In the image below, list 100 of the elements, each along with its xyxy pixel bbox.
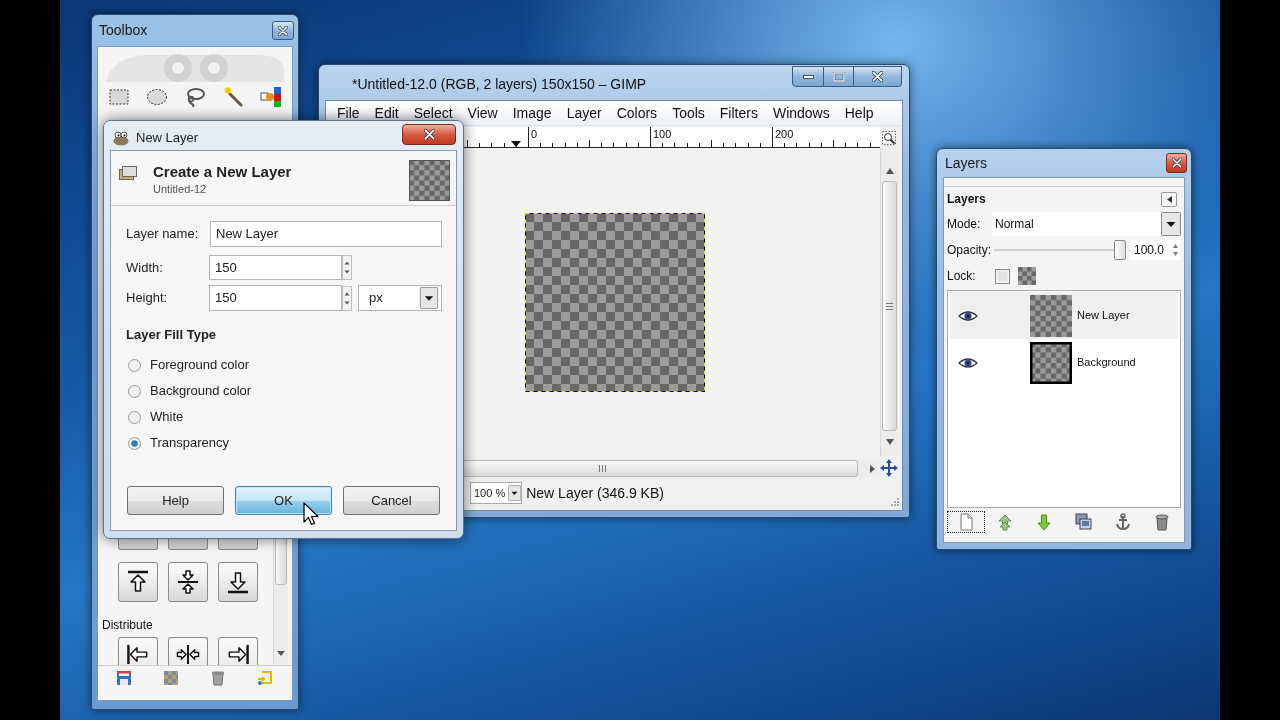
section-heading: Layer Fill Type xyxy=(126,327,218,343)
layer-row[interactable]: New Layer xyxy=(950,292,1178,339)
scroll-down-icon[interactable] xyxy=(885,439,894,445)
window-title: *Untitled-12.0 (RGB, 2 layers) 150x150 – GIMP xyxy=(352,75,647,94)
slider-thumb[interactable] xyxy=(1114,240,1126,260)
mode-dropdown[interactable]: Normal xyxy=(992,212,1181,236)
new-layer-button[interactable] xyxy=(947,511,985,533)
window-title: New Layer xyxy=(136,129,199,147)
magic-wand-icon[interactable] xyxy=(222,86,244,108)
radio-button[interactable] xyxy=(128,384,141,398)
stacked-squares-icon xyxy=(1074,513,1093,531)
spinner-arrows-icon[interactable] xyxy=(1172,242,1179,258)
align-button[interactable] xyxy=(168,562,208,602)
section-label: Distribute xyxy=(102,617,154,633)
lasso-icon[interactable] xyxy=(184,86,206,108)
help-button[interactable]: Help xyxy=(127,486,224,515)
menu-item[interactable]: Layer xyxy=(566,104,602,122)
scroll-right-icon[interactable] xyxy=(870,464,875,473)
input-field[interactable]: 150 xyxy=(209,255,342,280)
scrollbar-thumb[interactable] xyxy=(882,181,897,431)
close-button[interactable] xyxy=(1166,153,1187,173)
window-title: Layers xyxy=(945,153,988,173)
down-arrow-icon xyxy=(1035,513,1054,531)
layer-name: Background xyxy=(1077,355,1136,371)
dialog-subheading: Untitled-12 xyxy=(153,182,208,196)
menu-item[interactable]: View xyxy=(467,104,498,122)
distribute-button[interactable] xyxy=(168,637,208,665)
zoom-icon[interactable] xyxy=(882,130,896,145)
ruler-label: 200 xyxy=(775,128,794,140)
eye-icon[interactable] xyxy=(958,309,978,322)
status-text: New Layer (346.9 KB) xyxy=(526,483,664,503)
radio-label[interactable]: Transparency xyxy=(150,433,229,453)
radio-label[interactable]: Background color xyxy=(150,381,252,401)
align-button[interactable] xyxy=(118,562,158,602)
scrollbar[interactable] xyxy=(273,538,288,665)
field-label: Width: xyxy=(126,258,164,277)
close-button[interactable] xyxy=(402,124,456,145)
radio-button[interactable] xyxy=(128,410,141,424)
field-label: Mode: xyxy=(947,216,982,233)
unit-dropdown[interactable]: px xyxy=(358,285,442,311)
radio-button[interactable] xyxy=(128,436,141,450)
arrow-down-to-line-icon xyxy=(225,569,251,595)
menu-item[interactable]: Select xyxy=(413,104,453,122)
cancel-button[interactable]: Cancel xyxy=(343,486,440,515)
lock-checkbox[interactable] xyxy=(995,268,1010,284)
spinner-arrows-icon[interactable] xyxy=(342,255,352,280)
align-button[interactable] xyxy=(218,562,258,602)
ruler-label: 100 xyxy=(653,128,672,140)
field-label: Layer name: xyxy=(126,225,200,244)
blank-page-icon xyxy=(957,513,975,531)
scroll-down-icon[interactable] xyxy=(277,651,285,656)
opacity-value-field[interactable]: 100.0 xyxy=(1130,240,1180,260)
frame-arrow-icon[interactable] xyxy=(257,670,273,686)
distribute-button[interactable] xyxy=(218,637,258,665)
ellipse-select-icon[interactable] xyxy=(146,86,168,108)
maximize-icon xyxy=(832,71,845,82)
rectangle-select-icon[interactable] xyxy=(108,86,130,108)
radio-button[interactable] xyxy=(128,358,141,372)
menu-item[interactable]: Image xyxy=(512,104,552,122)
radio-label[interactable]: White xyxy=(150,407,184,427)
vertical-scrollbar[interactable] xyxy=(880,148,898,456)
field-label: Height: xyxy=(126,289,169,308)
app-icon xyxy=(112,129,130,146)
pattern-tile-icon[interactable] xyxy=(163,670,179,686)
spinner-arrows-icon[interactable] xyxy=(342,285,352,311)
menu-item[interactable]: Tools xyxy=(672,104,705,122)
checkerboard-icon[interactable] xyxy=(1018,267,1036,285)
field-label: Lock: xyxy=(947,268,977,285)
close-icon xyxy=(423,129,435,140)
maximize-button[interactable] xyxy=(824,66,854,87)
ok-button[interactable]: OK xyxy=(235,486,332,515)
opacity-slider[interactable] xyxy=(994,240,1126,260)
close-button[interactable] xyxy=(272,21,294,40)
scroll-up-icon[interactable] xyxy=(885,168,894,174)
close-icon xyxy=(872,71,883,82)
trash-icon[interactable] xyxy=(210,670,226,686)
arrows-to-center-icon xyxy=(175,643,201,665)
menu-item[interactable]: Edit xyxy=(374,104,399,122)
close-button[interactable] xyxy=(854,66,902,87)
color-squares-icon[interactable] xyxy=(260,86,282,108)
menu-item[interactable]: Colors xyxy=(616,104,658,122)
distribute-button[interactable] xyxy=(118,637,158,665)
menu-item[interactable]: Windows xyxy=(772,104,830,122)
input-field[interactable]: New Layer xyxy=(210,221,442,247)
menu-item[interactable]: Filters xyxy=(719,104,758,122)
move-arrows-icon[interactable] xyxy=(880,459,898,477)
ruler-label: 0 xyxy=(531,128,538,140)
field-label: Opacity: xyxy=(947,242,992,259)
scrollbar-thumb[interactable] xyxy=(275,538,287,585)
input-field[interactable]: 150 xyxy=(209,285,342,311)
window-title: Toolbox xyxy=(99,21,148,40)
menu-item[interactable]: File xyxy=(337,104,360,122)
minimize-button[interactable] xyxy=(792,66,824,87)
triangle-left-icon xyxy=(1166,195,1172,203)
eye-icon[interactable] xyxy=(958,356,978,369)
menu-item[interactable]: Help xyxy=(844,104,874,122)
radio-label[interactable]: Foreground color xyxy=(150,355,249,375)
dock-menu-button[interactable] xyxy=(1161,191,1177,207)
dialog-heading: Create a New Layer xyxy=(153,163,292,181)
zoom-dropdown[interactable]: 100 % xyxy=(470,482,523,504)
